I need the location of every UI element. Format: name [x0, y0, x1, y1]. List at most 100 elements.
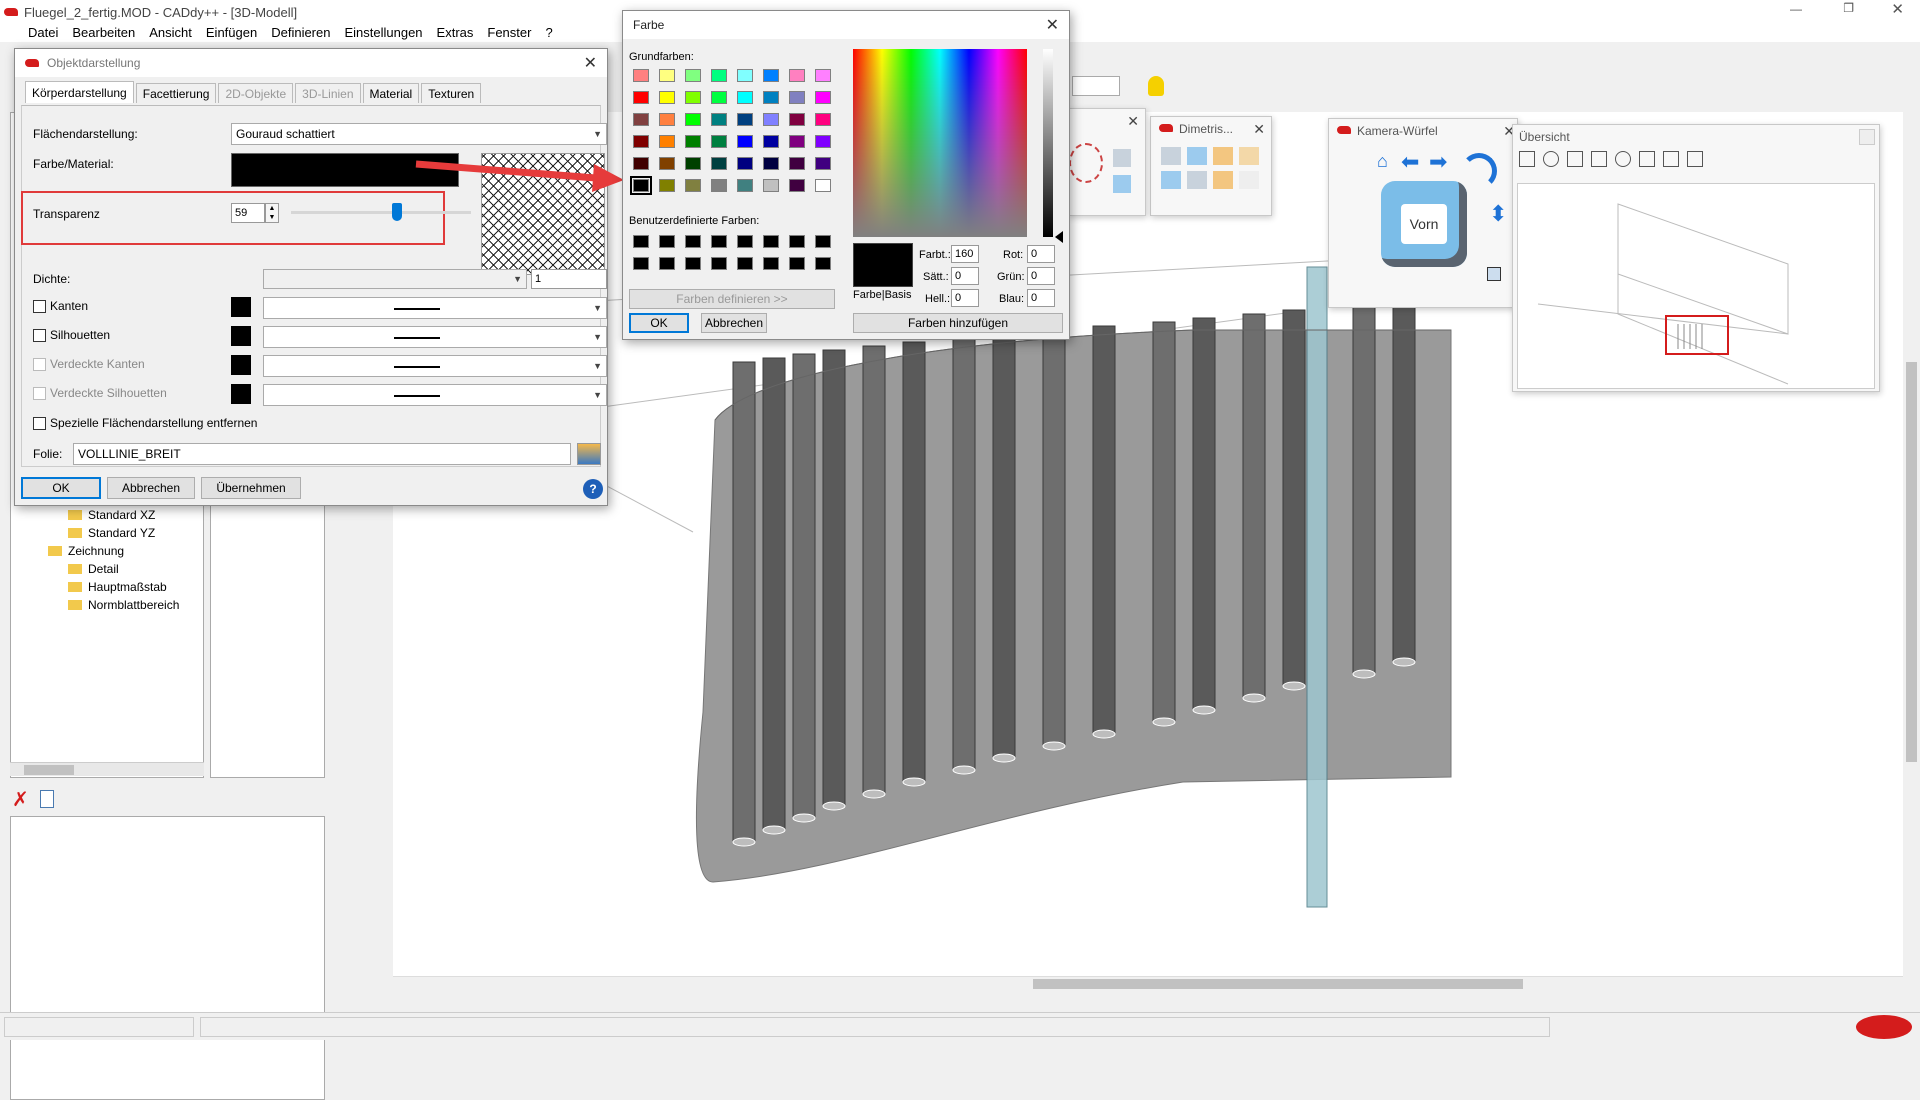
saett-input[interactable]: 0 — [951, 267, 979, 285]
ok-button[interactable]: OK — [21, 477, 101, 499]
view-cube-icon[interactable] — [1113, 149, 1131, 167]
verdeckte-kanten-color[interactable] — [231, 355, 251, 375]
color-swatch[interactable] — [633, 135, 649, 148]
color-swatch[interactable] — [815, 179, 831, 192]
tab-koerperdarstellung[interactable]: Körperdarstellung — [25, 81, 134, 103]
color-swatch[interactable] — [685, 179, 701, 192]
kanten-color[interactable] — [231, 297, 251, 317]
flaechendarstellung-select[interactable]: Gouraud schattiert ▼ — [231, 123, 607, 145]
color-swatch[interactable] — [789, 113, 805, 126]
spezielle-row[interactable]: Spezielle Flächendarstellung entfernen — [33, 416, 257, 430]
document-icon[interactable] — [40, 790, 54, 808]
color-swatch[interactable] — [633, 157, 649, 170]
menu-einfuegen[interactable]: Einfügen — [206, 25, 257, 40]
custom-color-swatch[interactable] — [737, 235, 753, 248]
silhouetten-color[interactable] — [231, 326, 251, 346]
arrow-updown-icon[interactable]: ⬍ — [1489, 201, 1507, 227]
restore-icon[interactable]: ❐ — [1843, 1, 1854, 15]
kanten-checkbox[interactable] — [33, 299, 46, 313]
minimize-icon[interactable]: — — [1790, 2, 1802, 16]
close-icon[interactable]: ✕ — [1046, 15, 1059, 35]
color-swatch[interactable] — [711, 135, 727, 148]
custom-color-swatch[interactable] — [685, 235, 701, 248]
close-box-icon[interactable] — [1859, 129, 1875, 145]
uebersicht-canvas[interactable] — [1517, 183, 1875, 389]
custom-color-swatch[interactable] — [789, 235, 805, 248]
transparenz-input[interactable]: 59 — [231, 203, 265, 223]
help-icon[interactable]: ? — [583, 479, 603, 499]
color-swatch[interactable] — [711, 157, 727, 170]
color-swatch[interactable] — [685, 135, 701, 148]
color-swatch[interactable] — [711, 91, 727, 104]
color-swatch[interactable] — [659, 69, 675, 82]
kanten-row[interactable]: Kanten — [33, 299, 88, 313]
view-cube-icon[interactable] — [1187, 147, 1207, 165]
view-cube-icon[interactable] — [1161, 147, 1181, 165]
custom-color-swatch[interactable] — [633, 257, 649, 270]
rot-input[interactable]: 0 — [1027, 245, 1055, 263]
custom-color-swatch[interactable] — [659, 235, 675, 248]
tree-item[interactable]: Hauptmaßstab — [68, 578, 179, 596]
silhouetten-linetype-select[interactable]: ▼ — [263, 326, 607, 348]
color-swatch[interactable] — [633, 69, 649, 82]
color-swatch[interactable] — [630, 176, 652, 195]
color-swatch[interactable] — [711, 179, 727, 192]
color-swatch[interactable] — [763, 179, 779, 192]
color-swatch[interactable] — [659, 135, 675, 148]
close-icon[interactable]: ✕ — [584, 53, 597, 73]
custom-color-swatch[interactable] — [659, 257, 675, 270]
menu-fenster[interactable]: Fenster — [487, 25, 531, 40]
custom-color-swatch[interactable] — [711, 235, 727, 248]
color-swatch[interactable] — [789, 91, 805, 104]
tab-facettierung[interactable]: Facettierung — [135, 83, 217, 103]
menu-datei[interactable]: Datei — [28, 25, 58, 40]
layer-icon[interactable] — [577, 443, 601, 465]
spezielle-checkbox[interactable] — [33, 416, 46, 430]
custom-color-swatch[interactable] — [711, 257, 727, 270]
color-swatch[interactable] — [789, 179, 805, 192]
close-icon[interactable]: ✕ — [1127, 113, 1139, 130]
zoom-all-icon[interactable] — [1543, 151, 1559, 167]
custom-color-swatch[interactable] — [815, 235, 831, 248]
color-swatch[interactable] — [815, 157, 831, 170]
color-swatch[interactable] — [763, 113, 779, 126]
color-swatch[interactable] — [737, 179, 753, 192]
view-cube-icon[interactable] — [1213, 171, 1233, 189]
view-cube-icon[interactable] — [1187, 171, 1207, 189]
color-swatch[interactable] — [633, 91, 649, 104]
view-cube-icon[interactable] — [1213, 147, 1233, 165]
view-cube-icon[interactable] — [1161, 171, 1181, 189]
custom-color-swatch[interactable] — [763, 257, 779, 270]
farbt-input[interactable]: 160 — [951, 245, 979, 263]
color-swatch[interactable] — [737, 135, 753, 148]
menu-ansicht[interactable]: Ansicht — [149, 25, 192, 40]
custom-color-swatch[interactable] — [815, 257, 831, 270]
zoom-window-icon[interactable] — [1567, 151, 1583, 167]
custom-color-swatch[interactable] — [763, 235, 779, 248]
color-swatch[interactable] — [659, 179, 675, 192]
color-swatch[interactable] — [685, 69, 701, 82]
color-swatch[interactable] — [685, 157, 701, 170]
menu-definieren[interactable]: Definieren — [271, 25, 330, 40]
color-swatch[interactable] — [659, 91, 675, 104]
color-swatch[interactable] — [737, 69, 753, 82]
toolbar-input[interactable] — [1072, 76, 1120, 96]
rotate-icon[interactable] — [1461, 153, 1497, 189]
silhouetten-checkbox[interactable] — [33, 328, 46, 342]
verdeckte-kanten-linetype-select[interactable]: ▼ — [263, 355, 607, 377]
delete-icon[interactable]: ✗ — [12, 790, 29, 810]
color-swatch[interactable] — [737, 113, 753, 126]
tree-scrollbar[interactable] — [10, 762, 204, 776]
color-swatch[interactable] — [659, 113, 675, 126]
home-icon[interactable]: ⌂ — [1377, 151, 1388, 172]
transparenz-slider-thumb[interactable] — [392, 203, 403, 221]
color-swatch[interactable] — [815, 69, 831, 82]
color-swatch[interactable] — [737, 157, 753, 170]
uebernehmen-button[interactable]: Übernehmen — [201, 477, 301, 499]
verdeckte-silhouetten-color[interactable] — [231, 384, 251, 404]
color-swatch[interactable] — [685, 113, 701, 126]
tree-item[interactable]: Normblattbereich — [68, 596, 179, 614]
kanten-linetype-select[interactable]: ▼ — [263, 297, 607, 319]
close-icon[interactable]: ✕ — [1253, 121, 1265, 138]
color-swatch[interactable] — [763, 91, 779, 104]
